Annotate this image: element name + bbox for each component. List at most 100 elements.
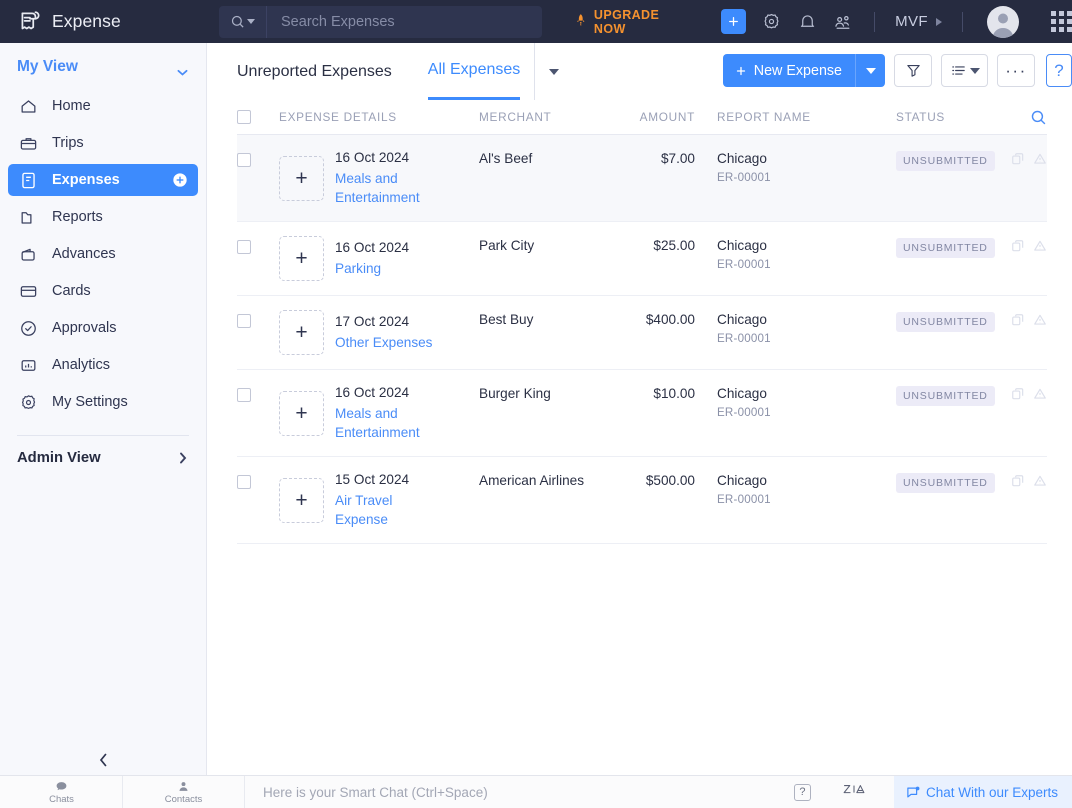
new-expense-button-group[interactable]: New Expense xyxy=(722,54,885,87)
help-button[interactable]: ? xyxy=(1046,54,1072,87)
sidebar-item-advances[interactable]: Advances xyxy=(8,238,198,270)
new-expense-dropdown[interactable] xyxy=(856,54,885,87)
filter-button[interactable] xyxy=(894,54,932,87)
attach-receipt-button[interactable]: + xyxy=(279,477,324,523)
expense-category-link[interactable]: Air Travel Expense xyxy=(335,491,440,529)
row-select-cell[interactable] xyxy=(237,236,279,254)
tab-all-expenses[interactable]: All Expenses xyxy=(427,43,521,100)
duplicate-icon[interactable] xyxy=(1011,313,1025,332)
warning-icon[interactable] xyxy=(1033,387,1047,406)
report-name[interactable]: Chicago xyxy=(717,310,891,327)
tab-unreported-expenses[interactable]: Unreported Expenses xyxy=(237,43,392,100)
new-expense-button[interactable]: New Expense xyxy=(723,54,855,87)
table-row[interactable]: + 15 Oct 2024 Air Travel Expense America… xyxy=(237,457,1047,544)
plus-circle-icon[interactable] xyxy=(172,172,188,188)
row-checkbox[interactable] xyxy=(237,314,251,328)
settings-button[interactable] xyxy=(760,11,782,33)
status-badge: UNSUBMITTED xyxy=(896,312,995,332)
toolbar-actions: New Expense ··· ? xyxy=(722,54,1072,87)
attach-receipt-button[interactable]: + xyxy=(279,155,324,201)
expense-category-link[interactable]: Meals and Entertainment xyxy=(335,169,440,207)
duplicate-icon[interactable] xyxy=(1011,387,1025,406)
select-all-cell[interactable] xyxy=(237,110,279,124)
row-checkbox[interactable] xyxy=(237,153,251,167)
column-expense-details[interactable]: EXPENSE DETAILS xyxy=(279,110,479,124)
duplicate-icon[interactable] xyxy=(1011,474,1025,493)
expense-category-link[interactable]: Other Expenses xyxy=(335,333,432,352)
grid-apps-icon[interactable] xyxy=(1050,11,1072,32)
sidebar-item-my-settings[interactable]: My Settings xyxy=(8,386,198,418)
row-checkbox[interactable] xyxy=(237,240,251,254)
column-report-name[interactable]: REPORT NAME xyxy=(695,110,891,124)
column-amount[interactable]: AMOUNT xyxy=(599,110,695,124)
expense-category-link[interactable]: Parking xyxy=(335,259,409,278)
row-checkbox[interactable] xyxy=(237,388,251,402)
expense-category-link[interactable]: Meals and Entertainment xyxy=(335,404,440,442)
row-select-cell[interactable] xyxy=(237,384,279,402)
search-icon[interactable] xyxy=(1030,109,1047,126)
sidebar-item-cards[interactable]: Cards xyxy=(8,275,198,307)
sidebar-item-home[interactable]: Home xyxy=(8,90,198,122)
search-input[interactable] xyxy=(267,13,543,30)
table-row[interactable]: + 16 Oct 2024 Parking Park City $25.00 C… xyxy=(237,222,1047,296)
zia-assistant-icon[interactable] xyxy=(842,782,866,803)
tab-more-dropdown[interactable] xyxy=(534,43,560,100)
row-select-cell[interactable] xyxy=(237,149,279,167)
sidebar-collapse-button[interactable] xyxy=(0,745,206,775)
contacts-tab[interactable]: Contacts xyxy=(123,775,245,808)
warning-icon[interactable] xyxy=(1033,239,1047,258)
sidebar-item-approvals[interactable]: Approvals xyxy=(8,312,198,344)
table-row[interactable]: + 17 Oct 2024 Other Expenses Best Buy $4… xyxy=(237,296,1047,370)
attach-receipt-button[interactable]: + xyxy=(279,236,324,281)
plus-icon xyxy=(736,66,745,75)
sidebar-item-reports[interactable]: Reports xyxy=(8,201,198,233)
table-row[interactable]: + 16 Oct 2024 Meals and Entertainment Al… xyxy=(237,135,1047,222)
admin-view-switch[interactable]: Admin View xyxy=(0,436,206,480)
view-options-button[interactable] xyxy=(941,54,988,87)
avatar[interactable] xyxy=(986,5,1019,38)
sidebar-item-expenses[interactable]: Expenses xyxy=(8,164,198,196)
upgrade-now-button[interactable]: UPGRADE NOW xyxy=(574,8,685,36)
help-icon[interactable]: ? xyxy=(793,783,811,801)
smart-chat-input[interactable]: Here is your Smart Chat (Ctrl+Space) xyxy=(245,785,794,800)
sidebar-label: Analytics xyxy=(52,357,111,373)
row-action-icons xyxy=(1003,149,1047,171)
org-switcher[interactable]: MVF xyxy=(895,13,942,30)
status-badge: UNSUBMITTED xyxy=(896,386,995,406)
people-button[interactable] xyxy=(832,11,854,33)
chats-tab[interactable]: Chats xyxy=(1,775,123,808)
search-scope-dropdown[interactable] xyxy=(219,5,268,38)
sidebar-item-trips[interactable]: Trips xyxy=(8,127,198,159)
my-view-header[interactable]: My View xyxy=(0,43,206,90)
column-merchant[interactable]: MERCHANT xyxy=(479,110,599,124)
more-options-button[interactable]: ··· xyxy=(997,54,1035,87)
table-row[interactable]: + 16 Oct 2024 Meals and Entertainment Bu… xyxy=(237,370,1047,457)
global-search[interactable] xyxy=(219,5,543,38)
attach-receipt-button[interactable]: + xyxy=(279,390,324,436)
brand-name: Expense xyxy=(52,11,121,31)
row-select-cell[interactable] xyxy=(237,310,279,328)
duplicate-icon[interactable] xyxy=(1011,152,1025,171)
notifications-button[interactable] xyxy=(796,11,818,33)
report-name[interactable]: Chicago xyxy=(717,149,891,166)
warning-icon[interactable] xyxy=(1033,313,1047,332)
duplicate-icon[interactable] xyxy=(1011,239,1025,258)
row-checkbox[interactable] xyxy=(237,475,251,489)
warning-icon[interactable] xyxy=(1033,474,1047,493)
attach-receipt-button[interactable]: + xyxy=(279,310,324,355)
brand-logo-area[interactable]: Expense xyxy=(0,9,195,35)
warning-icon[interactable] xyxy=(1033,152,1047,171)
report-cell: Chicago ER-00001 xyxy=(695,384,891,419)
sidebar-item-analytics[interactable]: Analytics xyxy=(8,349,198,381)
report-name[interactable]: Chicago xyxy=(717,384,891,401)
table-search-cell[interactable] xyxy=(1003,109,1047,126)
row-select-cell[interactable] xyxy=(237,471,279,489)
report-name[interactable]: Chicago xyxy=(717,236,891,253)
quick-add-button[interactable] xyxy=(721,9,747,34)
chat-with-experts-button[interactable]: Chat With our Experts xyxy=(893,775,1072,808)
caret-down-icon xyxy=(247,19,256,24)
report-name[interactable]: Chicago xyxy=(717,471,891,488)
sidebar-label: Home xyxy=(52,98,91,114)
column-status[interactable]: STATUS xyxy=(891,110,1003,124)
select-all-checkbox[interactable] xyxy=(237,110,251,124)
